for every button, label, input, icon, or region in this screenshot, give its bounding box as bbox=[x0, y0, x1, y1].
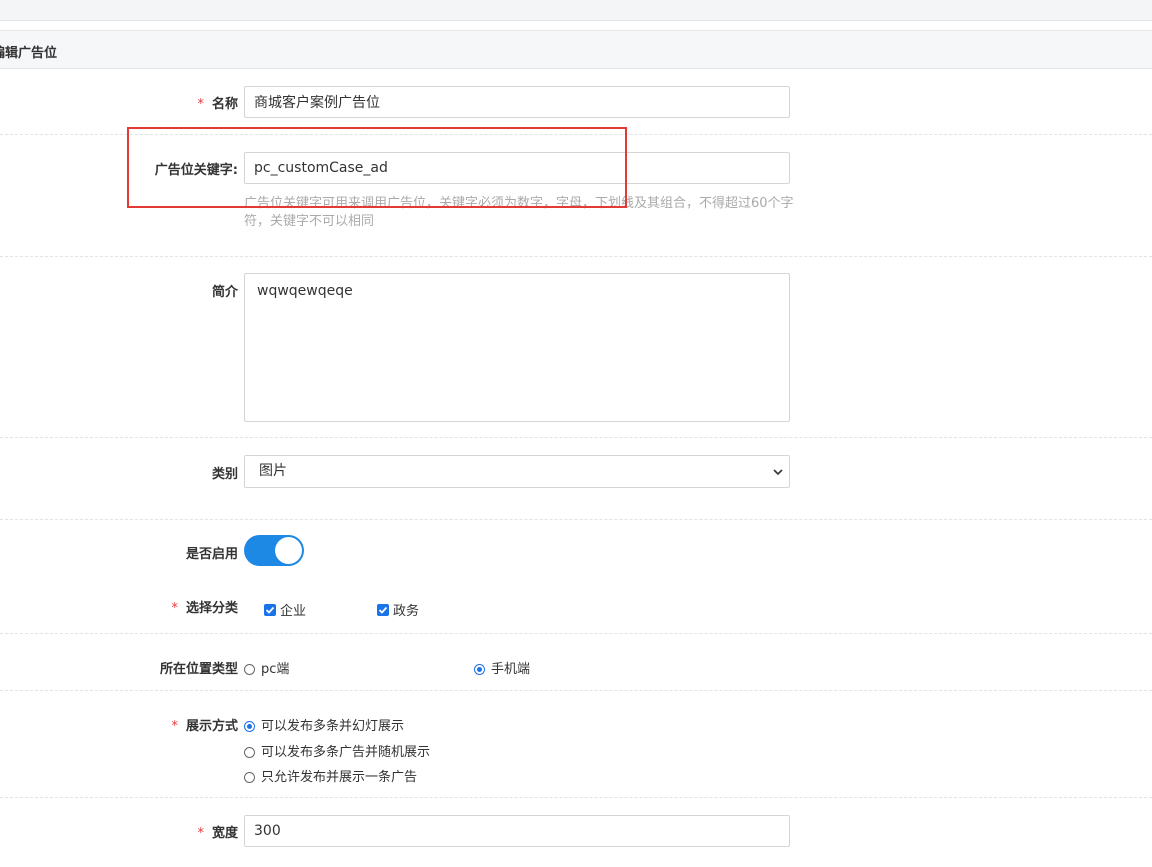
name-label: * 名称 bbox=[38, 93, 238, 112]
required-mark: * bbox=[197, 826, 204, 841]
name-label-text: 名称 bbox=[211, 97, 238, 112]
display-mode-label: * 展示方式 bbox=[38, 715, 238, 734]
enabled-label: 是否启用 bbox=[38, 543, 238, 562]
divider bbox=[0, 134, 1152, 135]
display-radio-single[interactable]: 只允许发布并展示一条广告 bbox=[244, 766, 417, 785]
classify-checkbox-government[interactable]: 政务 bbox=[377, 600, 419, 619]
required-mark: * bbox=[171, 601, 178, 616]
width-label: * 宽度 bbox=[38, 822, 238, 841]
divider bbox=[0, 797, 1152, 798]
radio-selected-icon bbox=[244, 721, 255, 732]
divider bbox=[0, 690, 1152, 691]
radio-unselected-icon bbox=[244, 772, 255, 783]
position-radio-mobile[interactable]: 手机端 bbox=[474, 658, 530, 677]
category-selected-value: 图片 bbox=[259, 463, 287, 479]
display-mode-label-text: 展示方式 bbox=[185, 719, 238, 734]
category-select[interactable]: 图片 bbox=[244, 455, 790, 488]
category-label-text: 类别 bbox=[211, 467, 238, 482]
divider bbox=[0, 633, 1152, 634]
position-type-label: 所在位置类型 bbox=[38, 658, 238, 677]
width-label-text: 宽度 bbox=[211, 826, 238, 841]
radio-label: 可以发布多条广告并随机展示 bbox=[261, 745, 431, 760]
keyword-label: 广告位关键字: bbox=[38, 159, 238, 178]
checkbox-checked-icon bbox=[264, 604, 276, 616]
chevron-down-icon bbox=[773, 469, 783, 476]
classify-label-text: 选择分类 bbox=[185, 601, 238, 616]
divider bbox=[0, 519, 1152, 520]
radio-label: pc端 bbox=[261, 662, 290, 677]
panel-title: 编辑广告位 bbox=[0, 46, 58, 61]
keyword-input[interactable] bbox=[244, 152, 790, 184]
intro-label-text: 简介 bbox=[211, 285, 238, 300]
panel-header: 编辑广告位 bbox=[0, 30, 1152, 69]
enabled-label-text: 是否启用 bbox=[185, 547, 238, 562]
radio-label: 可以发布多条并幻灯展示 bbox=[261, 719, 405, 734]
enabled-toggle[interactable] bbox=[244, 535, 304, 566]
checkbox-label: 政务 bbox=[393, 604, 420, 619]
radio-unselected-icon bbox=[244, 747, 255, 758]
checkbox-label: 企业 bbox=[280, 604, 307, 619]
top-strip bbox=[0, 0, 1152, 21]
radio-unselected-icon bbox=[244, 664, 255, 675]
display-radio-random[interactable]: 可以发布多条广告并随机展示 bbox=[244, 741, 430, 760]
radio-label: 只允许发布并展示一条广告 bbox=[261, 770, 418, 785]
keyword-label-text: 广告位关键字: bbox=[154, 163, 238, 178]
intro-textarea[interactable]: wqwqewqeqe bbox=[244, 273, 790, 422]
required-mark: * bbox=[197, 97, 204, 112]
required-mark: * bbox=[171, 719, 178, 734]
width-input[interactable] bbox=[244, 815, 790, 847]
name-input[interactable] bbox=[244, 86, 790, 118]
keyword-help-text: 广告位关键字可用来调用广告位，关键字必须为数字，字母，下划线及其组合，不得超过6… bbox=[244, 196, 794, 229]
checkbox-checked-icon bbox=[377, 604, 389, 616]
radio-label: 手机端 bbox=[491, 662, 531, 677]
divider bbox=[0, 256, 1152, 257]
classify-label: * 选择分类 bbox=[38, 597, 238, 616]
position-type-label-text: 所在位置类型 bbox=[159, 662, 238, 677]
radio-selected-icon bbox=[474, 664, 485, 675]
position-radio-pc[interactable]: pc端 bbox=[244, 658, 289, 677]
toggle-knob bbox=[275, 537, 302, 564]
category-label: 类别 bbox=[38, 463, 238, 482]
classify-checkbox-enterprise[interactable]: 企业 bbox=[264, 600, 306, 619]
divider bbox=[0, 437, 1152, 438]
intro-label: 简介 bbox=[38, 281, 238, 300]
display-radio-slideshow[interactable]: 可以发布多条并幻灯展示 bbox=[244, 715, 404, 734]
